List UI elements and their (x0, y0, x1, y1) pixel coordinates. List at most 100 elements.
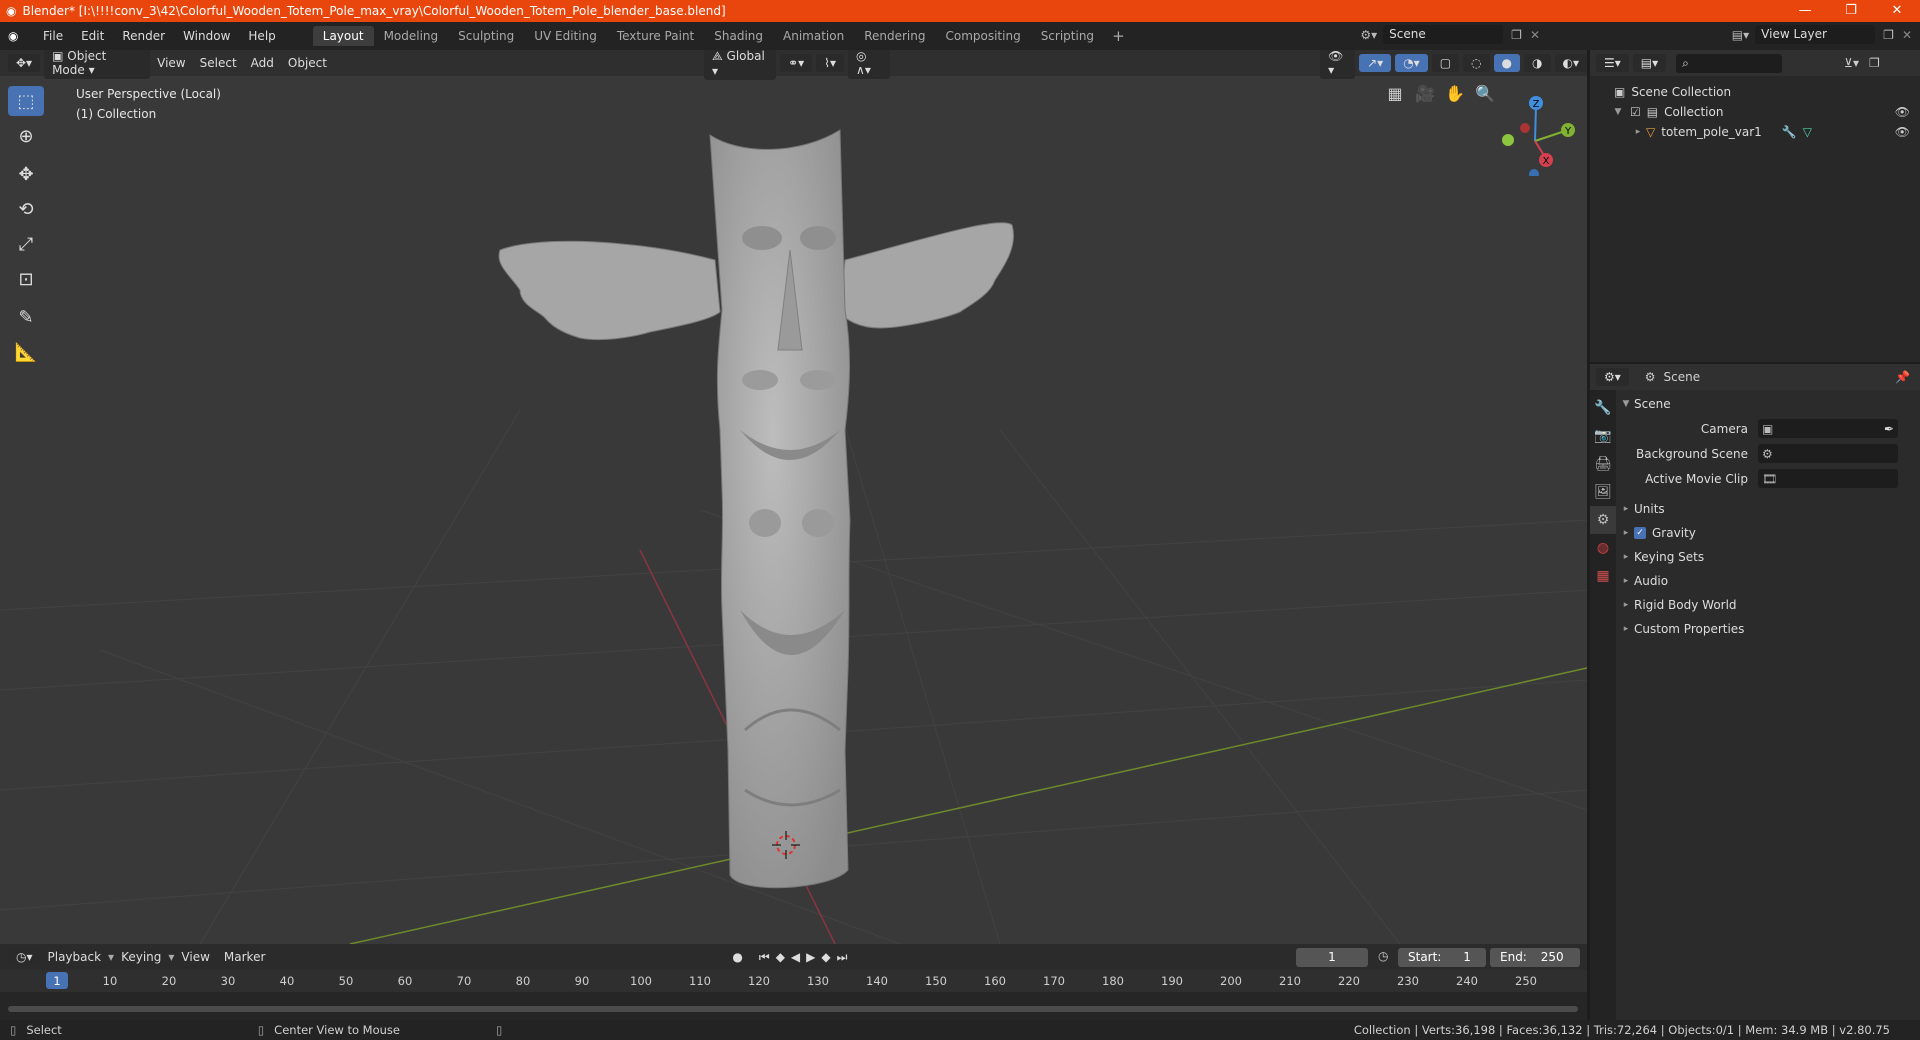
modifier-wrench-icon[interactable]: 🔧 (1782, 125, 1797, 139)
annotate-tool-icon[interactable]: ✎ (8, 302, 44, 332)
visibility-icon[interactable]: 👁▾ (1320, 50, 1356, 79)
output-tab-icon[interactable]: 🖨 (1590, 450, 1616, 478)
camera-view-icon[interactable]: 🎥 (1410, 84, 1440, 103)
viewport-menu-select[interactable]: Select (193, 56, 244, 70)
gravity-checkbox[interactable]: ✓ (1634, 527, 1646, 539)
rotate-tool-icon[interactable]: ⟲ (8, 194, 44, 224)
render-tab-icon[interactable]: 📷 (1590, 422, 1616, 450)
gizmo-toggle-icon[interactable]: ↗▾ (1359, 54, 1392, 72)
background-scene-field[interactable]: ⚙ (1758, 444, 1898, 463)
tab-rendering[interactable]: Rendering (854, 26, 935, 46)
close-button[interactable]: ✕ (1874, 0, 1920, 22)
object-visibility-eye-icon[interactable]: 👁 (1895, 125, 1910, 139)
shading-material-icon[interactable]: ◑ (1524, 54, 1551, 72)
transform-tool-icon[interactable]: ⊡ (8, 264, 44, 294)
custom-properties-panel-header[interactable]: ▸ Custom Properties (1618, 617, 1920, 641)
timeline-menu-keying[interactable]: Keying (114, 950, 168, 964)
filter-icon[interactable]: ⊻▾ (1844, 56, 1859, 70)
scale-tool-icon[interactable]: ⤢ (8, 229, 44, 259)
toggle-grid-icon[interactable]: ▦ (1380, 84, 1410, 103)
tool-tab-icon[interactable]: 🔧 (1590, 394, 1616, 422)
timeline-editor-type-icon[interactable]: ◷▾ (8, 948, 41, 966)
outliner-search-input[interactable]: ⌕ (1676, 53, 1783, 73)
delete-scene-icon[interactable]: ✕ (1530, 28, 1540, 42)
timeline-menu-playback[interactable]: Playback (41, 950, 109, 964)
timeline-ruler[interactable]: 1 10 20 30 40 50 60 70 80 90 100 110 120 130 140 150 160… (0, 970, 1587, 992)
movie-clip-field[interactable]: 🎞 (1758, 469, 1898, 488)
outliner-row-object[interactable]: ▸ ▽ totem_pole_var1 🔧 ▽ 👁 (1590, 122, 1920, 142)
jump-start-icon[interactable]: ⏮ (759, 950, 770, 965)
prev-keyframe-icon[interactable]: ◆ (776, 950, 785, 964)
texture-tab-icon[interactable]: ▦ (1590, 562, 1616, 590)
minimize-button[interactable]: — (1782, 0, 1828, 22)
3d-viewport[interactable]: ✥▾ ▣ Object Mode ▾ View Select Add Objec… (0, 50, 1587, 944)
properties-editor-type-icon[interactable]: ⚙▾ (1596, 368, 1629, 386)
blender-menu-icon[interactable]: ◉ (8, 29, 34, 43)
menu-window[interactable]: Window (174, 29, 239, 43)
xray-icon[interactable]: ▢ (1431, 54, 1460, 72)
pin-icon[interactable]: 📌 (1895, 370, 1910, 384)
keying-sets-panel-header[interactable]: ▸ Keying Sets (1618, 545, 1920, 569)
outliner-row-collection[interactable]: ▼ ☑ ▤ Collection 👁 (1590, 102, 1920, 122)
viewport-menu-add[interactable]: Add (244, 56, 281, 70)
menu-file[interactable]: File (34, 29, 72, 43)
editor-type-icon[interactable]: ✥▾ (8, 54, 41, 72)
gravity-panel-header[interactable]: ▸ ✓ Gravity (1618, 521, 1920, 545)
pivot-point-icon[interactable]: ⚭▾ (780, 54, 813, 72)
new-collection-icon[interactable]: ❐ (1869, 56, 1880, 70)
outliner-editor-type-icon[interactable]: ☰▾ (1596, 54, 1629, 72)
new-scene-icon[interactable]: ❐ (1511, 28, 1522, 42)
tab-sculpting[interactable]: Sculpting (448, 26, 524, 46)
transform-orientation-dropdown[interactable]: ⟁ Global ▾ (703, 50, 777, 80)
tab-shading[interactable]: Shading (704, 26, 773, 46)
move-tool-icon[interactable]: ✥ (8, 159, 44, 189)
world-tab-icon[interactable]: ◍ (1590, 534, 1616, 562)
menu-render[interactable]: Render (113, 29, 174, 43)
tab-scripting[interactable]: Scripting (1031, 26, 1104, 46)
shading-wireframe-icon[interactable]: ◌ (1463, 54, 1490, 72)
view-layer-icon[interactable]: ▤▾ (1732, 28, 1749, 42)
collection-visibility-eye-icon[interactable]: 👁 (1895, 105, 1910, 119)
eyedropper-icon[interactable]: ✒ (1884, 422, 1894, 436)
viewport-menu-view[interactable]: View (150, 56, 192, 70)
tab-animation[interactable]: Animation (773, 26, 854, 46)
shading-rendered-icon[interactable]: ◐▾ (1554, 54, 1587, 72)
proportional-editing-icon[interactable]: ◎ ∧▾ (848, 50, 891, 79)
audio-panel-header[interactable]: ▸ Audio (1618, 569, 1920, 593)
tab-texture-paint[interactable]: Texture Paint (607, 26, 704, 46)
camera-field[interactable]: ▣ ✒ (1758, 419, 1898, 438)
play-reverse-icon[interactable]: ◀ (791, 950, 800, 964)
mesh-data-icon[interactable]: ▽ (1803, 125, 1812, 139)
maximize-button[interactable]: ❐ (1828, 0, 1874, 22)
view-layer-field[interactable]: View Layer (1755, 25, 1876, 44)
timeline-menu-marker[interactable]: Marker (217, 950, 272, 964)
navigation-gizmo[interactable]: Z Y X (1490, 86, 1580, 176)
tab-compositing[interactable]: Compositing (935, 26, 1030, 46)
start-frame-field[interactable]: Start: 1 (1398, 948, 1486, 967)
timeline-scrollbar[interactable] (8, 1006, 1578, 1012)
overlays-icon[interactable]: ◔▾ (1395, 54, 1428, 72)
add-workspace-icon[interactable]: + (1104, 27, 1133, 45)
menu-edit[interactable]: Edit (72, 29, 113, 43)
play-icon[interactable]: ▶ (806, 950, 815, 964)
preview-range-clock-icon[interactable]: ◷ (1378, 949, 1388, 963)
jump-end-icon[interactable]: ⏭ (837, 950, 848, 965)
tab-modeling[interactable]: Modeling (374, 26, 449, 46)
outliner-row-scene-collection[interactable]: ▣ Scene Collection (1590, 82, 1920, 102)
expand-object-icon[interactable]: ▸ (1630, 127, 1646, 137)
measure-tool-icon[interactable]: 📐 (8, 337, 44, 367)
menu-help[interactable]: Help (239, 29, 284, 43)
scene-icon[interactable]: ⚙▾ (1360, 28, 1377, 42)
units-panel-header[interactable]: ▸ Units (1618, 497, 1920, 521)
next-keyframe-icon[interactable]: ◆ (821, 950, 830, 964)
current-frame-field[interactable]: 1 (1296, 948, 1368, 967)
tab-layout[interactable]: Layout (312, 26, 374, 46)
scene-panel-header[interactable]: ▼ Scene (1618, 392, 1920, 416)
cursor-tool-icon[interactable]: ⊕ (8, 121, 44, 151)
scene-name-field[interactable]: Scene (1383, 25, 1504, 44)
view-layer-tab-icon[interactable]: 🖼 (1590, 478, 1616, 506)
timeline-menu-view[interactable]: View (174, 950, 216, 964)
new-view-layer-icon[interactable]: ❐ (1883, 28, 1894, 42)
record-icon[interactable]: ● (732, 950, 742, 964)
scene-tab-icon[interactable]: ⚙ (1590, 506, 1616, 534)
